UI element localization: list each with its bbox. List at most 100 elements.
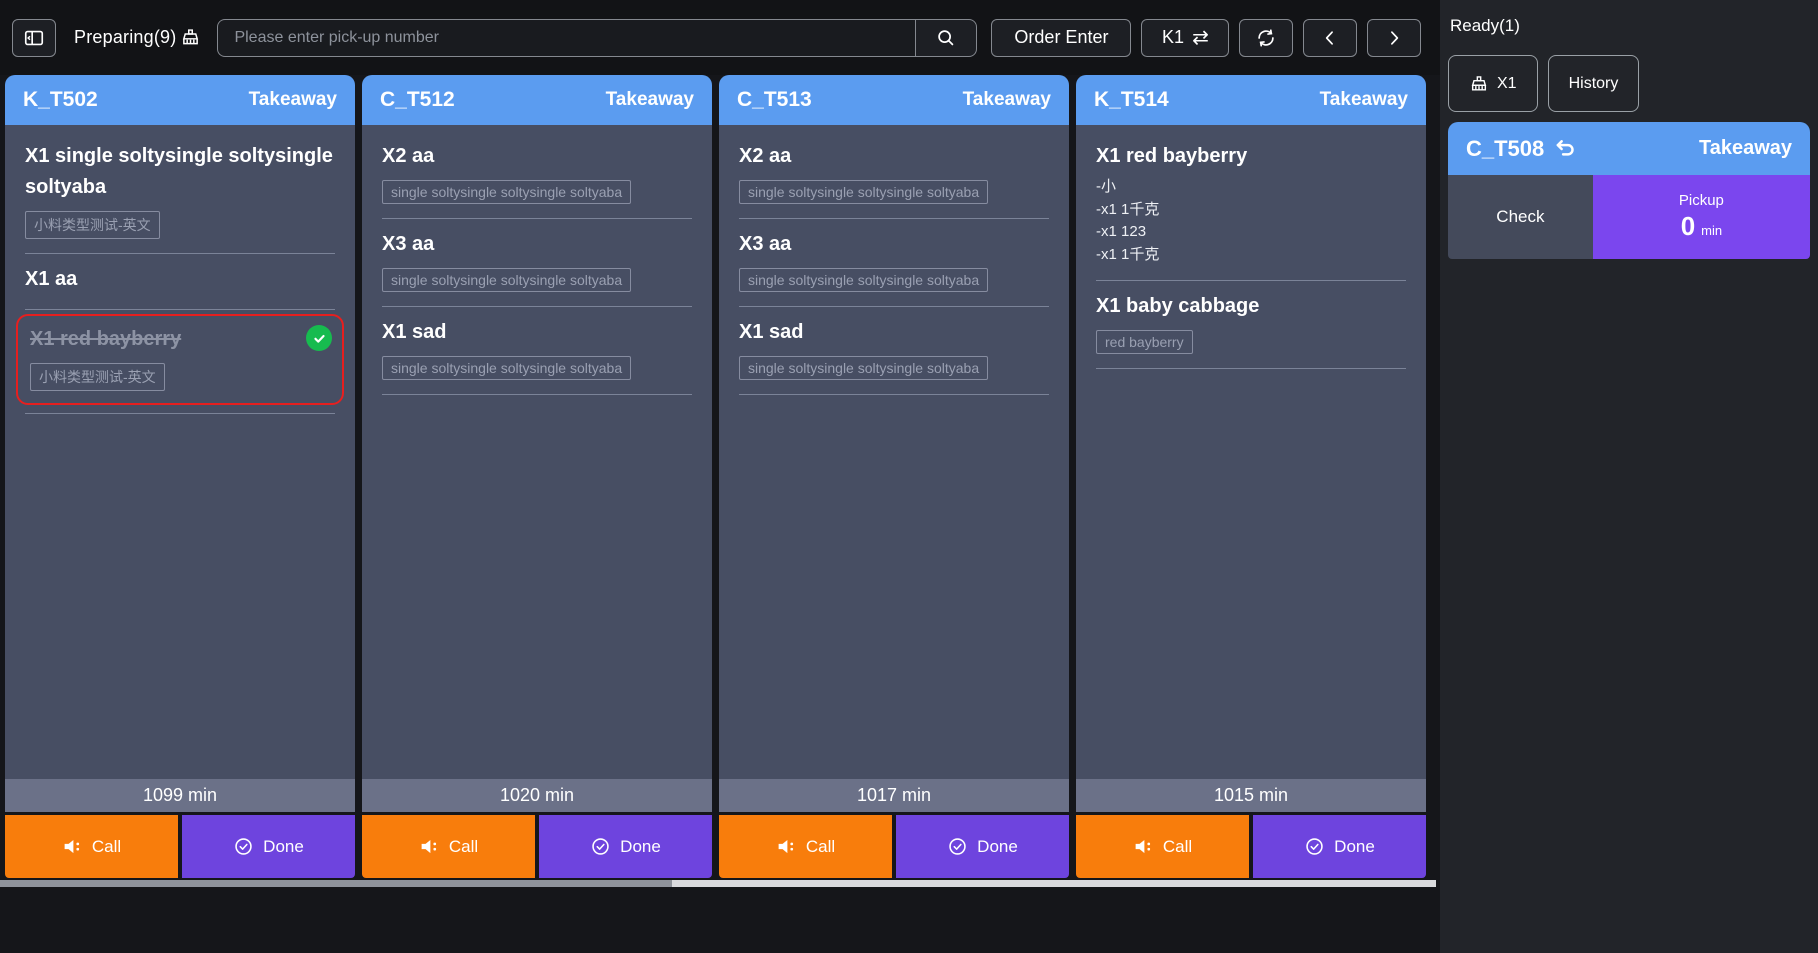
preparing-count-label: Preparing(9) <box>74 27 176 48</box>
card-actions: Call Done <box>719 815 1069 878</box>
card-body: X1 red bayberry -小-x1 1千克-x1 123-x1 1千克 … <box>1076 125 1426 779</box>
ticket-number: C_T513 <box>737 88 812 112</box>
pickup-search <box>217 19 977 57</box>
item-title: X1 sad <box>382 317 692 348</box>
item-tags: single soltysingle soltysingle soltyaba <box>739 180 1049 204</box>
call-button[interactable]: Call <box>1076 815 1249 878</box>
item-divider <box>1096 368 1406 369</box>
chevron-left-icon <box>1320 28 1340 48</box>
horizontal-scrollbar-thumb[interactable] <box>0 880 672 887</box>
clear-broom-icon <box>1469 74 1489 94</box>
elapsed-time: 1015 min <box>1214 785 1288 806</box>
order-card-header: K_T502 Takeaway <box>5 75 355 125</box>
order-card: C_T512 Takeaway X2 aa single soltysingle… <box>362 75 712 878</box>
page-next-button[interactable] <box>1367 19 1421 57</box>
done-button[interactable]: Done <box>539 815 712 878</box>
call-button[interactable]: Call <box>5 815 178 878</box>
search-button[interactable] <box>915 19 977 57</box>
item-title: X1 sad <box>739 317 1049 348</box>
top-toolbar: Preparing(9) Order Enter K1 <box>0 0 1440 75</box>
order-item: X1 single soltysingle soltysingle soltya… <box>25 131 335 253</box>
order-item: X1 sad single soltysingle soltysingle so… <box>382 307 692 394</box>
done-button[interactable]: Done <box>182 815 355 878</box>
call-button-label: Call <box>1163 837 1192 857</box>
clear-broom-icon[interactable] <box>180 27 201 48</box>
speaker-icon <box>776 836 797 857</box>
check-button[interactable]: Check <box>1448 175 1593 259</box>
card-body: X2 aa single soltysingle soltysingle sol… <box>362 125 712 779</box>
call-button[interactable]: Call <box>719 815 892 878</box>
item-tags: single soltysingle soltysingle soltyaba <box>382 180 692 204</box>
ticket-number: K_T514 <box>1094 88 1169 112</box>
order-item: X1 red bayberry 小料类型测试-英文 <box>16 314 344 405</box>
chevron-right-icon <box>1384 28 1404 48</box>
page-previous-button[interactable] <box>1303 19 1357 57</box>
order-card-header: C_T513 Takeaway <box>719 75 1069 125</box>
speaker-icon <box>62 836 83 857</box>
modifier-line: -小 <box>1096 176 1406 199</box>
item-tags: 小料类型测试-英文 <box>30 363 330 391</box>
card-body: X1 single soltysingle soltysingle soltya… <box>5 125 355 779</box>
elapsed-time: 1017 min <box>857 785 931 806</box>
pickup-button[interactable]: Pickup 0 min <box>1593 175 1810 259</box>
done-button[interactable]: Done <box>1253 815 1426 878</box>
undo-return-icon[interactable] <box>1554 137 1577 160</box>
order-type-label: Takeaway <box>249 89 337 111</box>
history-button[interactable]: History <box>1548 55 1640 112</box>
item-title: X1 red bayberry <box>1096 141 1406 172</box>
circle-check-icon <box>1304 836 1325 857</box>
call-button-label: Call <box>449 837 478 857</box>
call-button-label: Call <box>92 837 121 857</box>
card-actions: Call Done <box>362 815 712 878</box>
ready-panel-buttons: X1 History <box>1448 55 1810 112</box>
item-tags: single soltysingle soltysingle soltyaba <box>739 268 1049 292</box>
modifier-line: -x1 1千克 <box>1096 199 1406 222</box>
elapsed-time-bar: 1020 min <box>362 779 712 812</box>
sidebar-toggle-button[interactable] <box>12 19 56 57</box>
item-tag: 小料类型测试-英文 <box>25 211 160 239</box>
call-button-label: Call <box>806 837 835 857</box>
order-card: K_T514 Takeaway X1 red bayberry -小-x1 1千… <box>1076 75 1426 878</box>
pickup-number-input[interactable] <box>217 19 915 57</box>
item-title: X2 aa <box>739 141 1049 172</box>
elapsed-time: 1020 min <box>500 785 574 806</box>
clear-ready-button[interactable]: X1 <box>1448 55 1538 112</box>
order-card-header: C_T512 Takeaway <box>362 75 712 125</box>
preparing-tab: Preparing(9) <box>74 27 201 48</box>
refresh-button[interactable] <box>1239 19 1293 57</box>
item-tag: single soltysingle soltysingle soltyaba <box>382 268 631 292</box>
circle-check-icon <box>233 836 254 857</box>
order-item: X2 aa single soltysingle soltysingle sol… <box>739 131 1049 218</box>
order-type-label: Takeaway <box>606 89 694 111</box>
elapsed-time-bar: 1015 min <box>1076 779 1426 812</box>
item-tags: single soltysingle soltysingle soltyaba <box>382 268 692 292</box>
item-title: X3 aa <box>739 229 1049 260</box>
done-button-label: Done <box>1334 837 1375 857</box>
pickup-minutes-unit: min <box>1701 223 1722 238</box>
modifier-line: -x1 123 <box>1096 221 1406 244</box>
item-divider <box>25 309 335 310</box>
refresh-icon <box>1255 27 1277 49</box>
clear-ready-count: X1 <box>1497 75 1517 93</box>
order-item: X1 baby cabbage red bayberry <box>1096 281 1406 368</box>
elapsed-time-bar: 1017 min <box>719 779 1069 812</box>
done-button-label: Done <box>263 837 304 857</box>
ready-panel: Ready(1) X1 History C_T508 <box>1440 0 1818 953</box>
ready-count-label: Ready(1) <box>1450 16 1810 36</box>
speaker-icon <box>1133 836 1154 857</box>
call-button[interactable]: Call <box>362 815 535 878</box>
ready-ticket-number: C_T508 <box>1466 136 1544 162</box>
speaker-icon <box>419 836 440 857</box>
station-switch-button[interactable]: K1 ⇄ <box>1141 19 1229 57</box>
ready-card-header[interactable]: C_T508 Takeaway <box>1448 122 1810 175</box>
item-title: X3 aa <box>382 229 692 260</box>
horizontal-scrollbar[interactable] <box>0 880 1436 887</box>
item-tags: single soltysingle soltysingle soltyaba <box>382 356 692 380</box>
order-item: X1 sad single soltysingle soltysingle so… <box>739 307 1049 394</box>
order-enter-button[interactable]: Order Enter <box>991 19 1131 57</box>
elapsed-time-bar: 1099 min <box>5 779 355 812</box>
ready-order-card: C_T508 Takeaway Check Pickup 0 min <box>1448 122 1810 259</box>
sidebar-collapse-icon <box>23 27 45 49</box>
done-button[interactable]: Done <box>896 815 1069 878</box>
card-actions: Call Done <box>5 815 355 878</box>
